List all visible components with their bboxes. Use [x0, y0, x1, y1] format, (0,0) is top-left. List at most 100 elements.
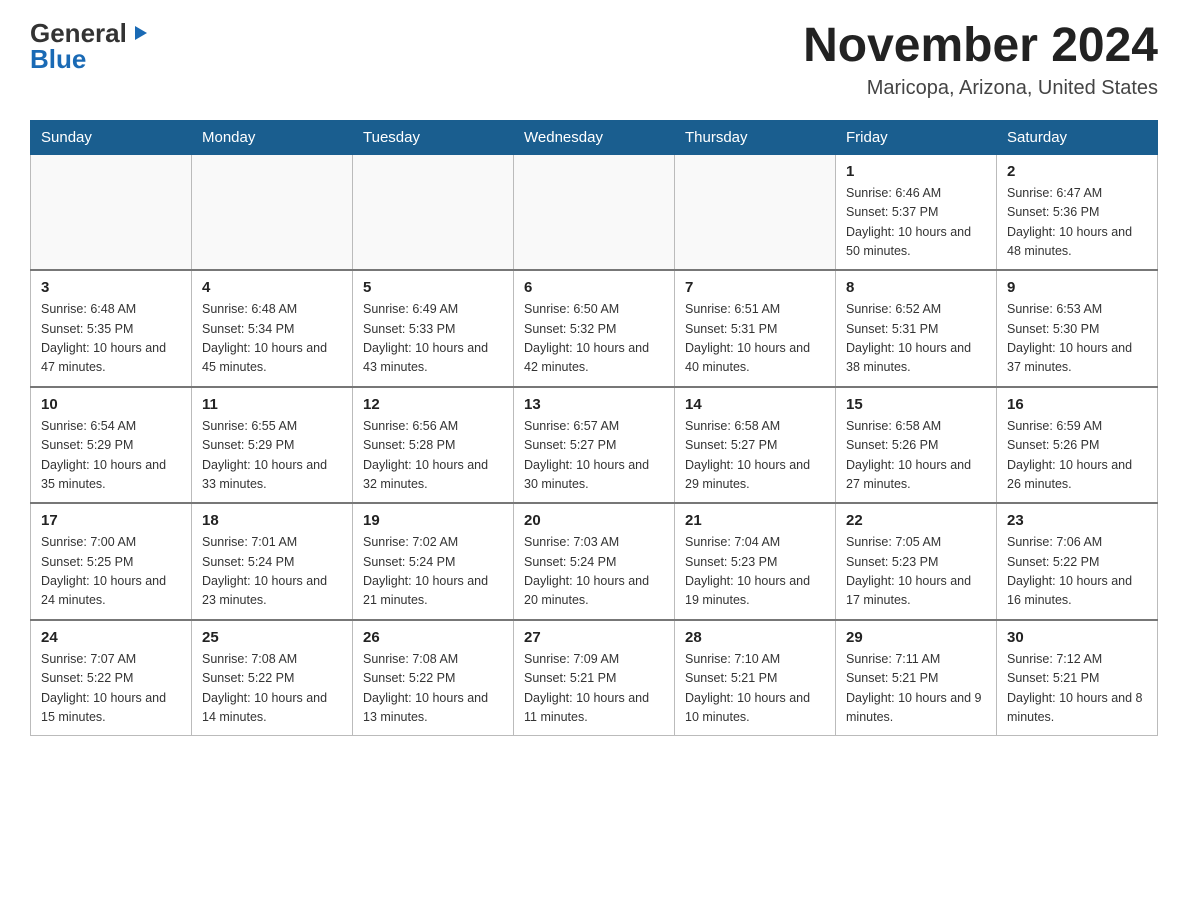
day-number: 15: [846, 396, 986, 413]
day-number: 5: [363, 279, 503, 296]
calendar-day-cell: 12 Sunrise: 6:56 AM Sunset: 5:28 PM Dayli…: [353, 387, 514, 504]
day-number: 28: [685, 629, 825, 646]
day-info: Sunrise: 6:56 AM Sunset: 5:28 PM Dayligh…: [363, 417, 503, 495]
day-number: 27: [524, 629, 664, 646]
calendar-day-cell: 4 Sunrise: 6:48 AM Sunset: 5:34 PM Daylig…: [192, 270, 353, 387]
page-header: General Blue November 2024 Maricopa, Ari…: [30, 20, 1158, 100]
calendar-day-cell: 7Sunrise: 6:51 AM Sunset: 5:31 PM Daylig…: [675, 270, 836, 387]
calendar-day-cell: 23 Sunrise: 7:06 AM Sunset: 5:22 PM Dayli…: [997, 503, 1158, 620]
day-info: Sunrise: 6:58 AM Sunset: 5:26 PM Dayligh…: [846, 417, 986, 495]
calendar-header-friday: Friday: [836, 120, 997, 154]
calendar-day-cell: 11 Sunrise: 6:55 AM Sunset: 5:29 PM Dayli…: [192, 387, 353, 504]
day-info: Sunrise: 7:08 AM Sunset: 5:22 PM Dayligh…: [202, 650, 342, 728]
calendar-day-cell: [675, 154, 836, 270]
day-number: 25: [202, 629, 342, 646]
day-info: Sunrise: 6:48 AM Sunset: 5:34 PM Dayligh…: [202, 300, 342, 378]
calendar-day-cell: 9 Sunrise: 6:53 AM Sunset: 5:30 PM Daylig…: [997, 270, 1158, 387]
day-info: Sunrise: 6:55 AM Sunset: 5:29 PM Dayligh…: [202, 417, 342, 495]
day-info: Sunrise: 7:02 AM Sunset: 5:24 PM Dayligh…: [363, 533, 503, 611]
calendar-day-cell: 29 Sunrise: 7:11 AM Sunset: 5:21 PM Dayli…: [836, 620, 997, 736]
logo-blue-text: Blue: [30, 46, 86, 72]
day-info: Sunrise: 6:54 AM Sunset: 5:29 PM Dayligh…: [41, 417, 181, 495]
logo-general-text: General: [30, 20, 127, 46]
calendar-day-cell: 14Sunrise: 6:58 AM Sunset: 5:27 PM Dayli…: [675, 387, 836, 504]
day-number: 13: [524, 396, 664, 413]
day-number: 2: [1007, 163, 1147, 180]
day-number: 17: [41, 512, 181, 529]
calendar-day-cell: 13 Sunrise: 6:57 AM Sunset: 5:27 PM Dayli…: [514, 387, 675, 504]
day-info: Sunrise: 6:49 AM Sunset: 5:33 PM Dayligh…: [363, 300, 503, 378]
day-number: 20: [524, 512, 664, 529]
calendar-header-monday: Monday: [192, 120, 353, 154]
day-info: Sunrise: 7:01 AM Sunset: 5:24 PM Dayligh…: [202, 533, 342, 611]
calendar-week-row: 1Sunrise: 6:46 AM Sunset: 5:37 PM Daylig…: [31, 154, 1158, 270]
day-number: 3: [41, 279, 181, 296]
calendar-header-sunday: Sunday: [31, 120, 192, 154]
day-info: Sunrise: 6:52 AM Sunset: 5:31 PM Dayligh…: [846, 300, 986, 378]
day-info: Sunrise: 7:00 AM Sunset: 5:25 PM Dayligh…: [41, 533, 181, 611]
day-number: 9: [1007, 279, 1147, 296]
calendar-day-cell: 24 Sunrise: 7:07 AM Sunset: 5:22 PM Dayli…: [31, 620, 192, 736]
calendar-day-cell: 6Sunrise: 6:50 AM Sunset: 5:32 PM Daylig…: [514, 270, 675, 387]
calendar-day-cell: 15 Sunrise: 6:58 AM Sunset: 5:26 PM Dayli…: [836, 387, 997, 504]
day-number: 19: [363, 512, 503, 529]
calendar-header-row: SundayMondayTuesdayWednesdayThursdayFrid…: [31, 120, 1158, 154]
calendar-header-tuesday: Tuesday: [353, 120, 514, 154]
calendar-week-row: 24 Sunrise: 7:07 AM Sunset: 5:22 PM Dayli…: [31, 620, 1158, 736]
calendar-day-cell: 3 Sunrise: 6:48 AM Sunset: 5:35 PM Daylig…: [31, 270, 192, 387]
day-number: 1: [846, 163, 986, 180]
day-info: Sunrise: 7:05 AM Sunset: 5:23 PM Dayligh…: [846, 533, 986, 611]
day-info: Sunrise: 6:48 AM Sunset: 5:35 PM Dayligh…: [41, 300, 181, 378]
month-title: November 2024: [803, 20, 1158, 73]
day-number: 24: [41, 629, 181, 646]
day-number: 11: [202, 396, 342, 413]
calendar-day-cell: 19 Sunrise: 7:02 AM Sunset: 5:24 PM Dayli…: [353, 503, 514, 620]
day-number: 4: [202, 279, 342, 296]
day-number: 14: [685, 396, 825, 413]
calendar-header-wednesday: Wednesday: [514, 120, 675, 154]
day-info: Sunrise: 7:07 AM Sunset: 5:22 PM Dayligh…: [41, 650, 181, 728]
calendar-day-cell: [353, 154, 514, 270]
location-text: Maricopa, Arizona, United States: [803, 77, 1158, 100]
day-info: Sunrise: 7:04 AM Sunset: 5:23 PM Dayligh…: [685, 533, 825, 611]
logo: General Blue: [30, 20, 149, 72]
day-info: Sunrise: 7:12 AM Sunset: 5:21 PM Dayligh…: [1007, 650, 1147, 728]
calendar-day-cell: 20 Sunrise: 7:03 AM Sunset: 5:24 PM Dayli…: [514, 503, 675, 620]
day-number: 18: [202, 512, 342, 529]
day-number: 12: [363, 396, 503, 413]
calendar-week-row: 10 Sunrise: 6:54 AM Sunset: 5:29 PM Dayli…: [31, 387, 1158, 504]
day-info: Sunrise: 7:09 AM Sunset: 5:21 PM Dayligh…: [524, 650, 664, 728]
calendar-day-cell: 2Sunrise: 6:47 AM Sunset: 5:36 PM Daylig…: [997, 154, 1158, 270]
calendar-day-cell: 22 Sunrise: 7:05 AM Sunset: 5:23 PM Dayli…: [836, 503, 997, 620]
calendar-day-cell: 17 Sunrise: 7:00 AM Sunset: 5:25 PM Dayli…: [31, 503, 192, 620]
calendar-day-cell: [31, 154, 192, 270]
title-section: November 2024 Maricopa, Arizona, United …: [803, 20, 1158, 100]
day-info: Sunrise: 7:11 AM Sunset: 5:21 PM Dayligh…: [846, 650, 986, 728]
calendar-day-cell: 1Sunrise: 6:46 AM Sunset: 5:37 PM Daylig…: [836, 154, 997, 270]
calendar-week-row: 3 Sunrise: 6:48 AM Sunset: 5:35 PM Daylig…: [31, 270, 1158, 387]
day-info: Sunrise: 6:57 AM Sunset: 5:27 PM Dayligh…: [524, 417, 664, 495]
calendar-week-row: 17 Sunrise: 7:00 AM Sunset: 5:25 PM Dayli…: [31, 503, 1158, 620]
calendar-table: SundayMondayTuesdayWednesdayThursdayFrid…: [30, 120, 1158, 737]
day-number: 10: [41, 396, 181, 413]
day-info: Sunrise: 7:06 AM Sunset: 5:22 PM Dayligh…: [1007, 533, 1147, 611]
day-number: 26: [363, 629, 503, 646]
calendar-day-cell: 30Sunrise: 7:12 AM Sunset: 5:21 PM Dayli…: [997, 620, 1158, 736]
day-number: 22: [846, 512, 986, 529]
day-number: 29: [846, 629, 986, 646]
calendar-day-cell: 27 Sunrise: 7:09 AM Sunset: 5:21 PM Dayli…: [514, 620, 675, 736]
calendar-header-saturday: Saturday: [997, 120, 1158, 154]
day-info: Sunrise: 7:03 AM Sunset: 5:24 PM Dayligh…: [524, 533, 664, 611]
day-number: 6: [524, 279, 664, 296]
calendar-day-cell: 26Sunrise: 7:08 AM Sunset: 5:22 PM Dayli…: [353, 620, 514, 736]
calendar-day-cell: 21 Sunrise: 7:04 AM Sunset: 5:23 PM Dayli…: [675, 503, 836, 620]
day-number: 23: [1007, 512, 1147, 529]
day-info: Sunrise: 6:51 AM Sunset: 5:31 PM Dayligh…: [685, 300, 825, 378]
day-info: Sunrise: 6:59 AM Sunset: 5:26 PM Dayligh…: [1007, 417, 1147, 495]
day-number: 21: [685, 512, 825, 529]
logo-arrow-icon: [131, 24, 149, 42]
calendar-day-cell: 16Sunrise: 6:59 AM Sunset: 5:26 PM Dayli…: [997, 387, 1158, 504]
day-info: Sunrise: 6:53 AM Sunset: 5:30 PM Dayligh…: [1007, 300, 1147, 378]
calendar-header-thursday: Thursday: [675, 120, 836, 154]
calendar-day-cell: 25 Sunrise: 7:08 AM Sunset: 5:22 PM Dayli…: [192, 620, 353, 736]
